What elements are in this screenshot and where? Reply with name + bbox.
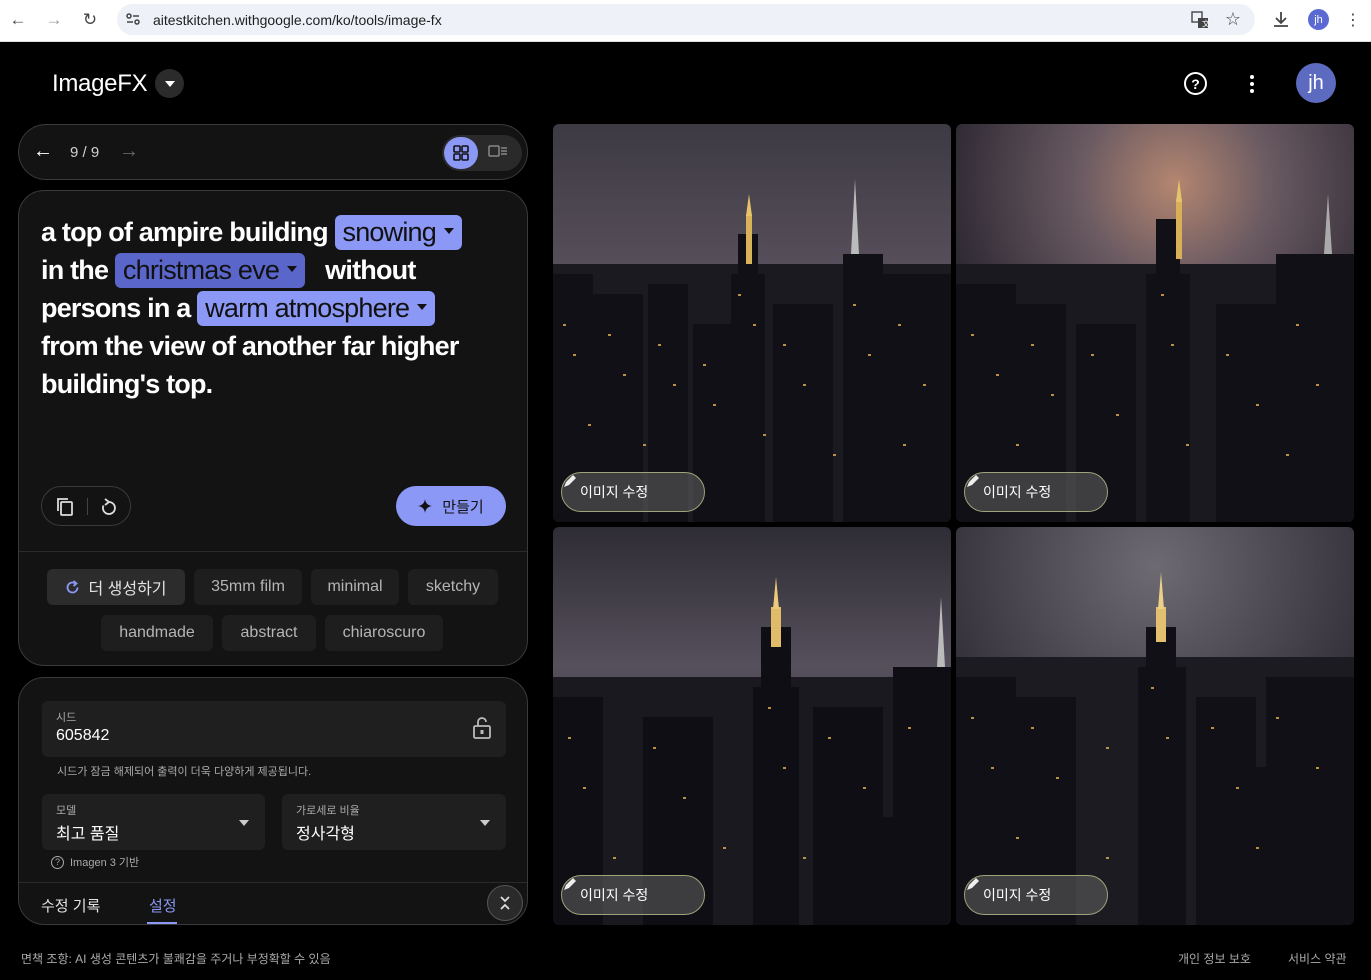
card-divider <box>19 551 527 552</box>
back-icon[interactable]: ← <box>7 9 29 31</box>
model-info: ? Imagen 3 기반 <box>51 854 139 870</box>
active-tab-indicator <box>147 922 177 924</box>
forward-icon[interactable]: → <box>43 9 65 31</box>
prompt-segment[interactable]: without <box>325 255 416 285</box>
edit-image-button[interactable]: 이미지 수정 <box>964 875 1108 915</box>
prompt-chip-warm-atmosphere[interactable]: warm atmosphere <box>197 291 436 326</box>
sparkle-icon <box>418 499 433 513</box>
edit-image-button[interactable]: 이미지 수정 <box>964 472 1108 512</box>
prompt-chip-christmas-eve[interactable]: christmas eve <box>114 253 306 288</box>
user-avatar[interactable]: jh <box>1296 63 1336 103</box>
reload-icon[interactable]: ↻ <box>79 9 101 31</box>
style-tag[interactable]: handmade <box>101 615 213 651</box>
generated-image[interactable]: 이미지 수정 <box>553 527 951 925</box>
next-arrow-icon[interactable]: → <box>119 140 139 163</box>
svg-text:文: 文 <box>1202 19 1209 29</box>
prompt-segment[interactable]: from the view of another far higher <box>41 331 459 361</box>
divider <box>87 498 88 515</box>
city-image <box>553 527 951 925</box>
translate-icon[interactable]: 文 <box>1191 11 1209 29</box>
pencil-icon <box>564 878 576 890</box>
address-bar[interactable]: aitestkitchen.withgoogle.com/ko/tools/im… <box>117 4 1255 35</box>
unlock-icon[interactable] <box>472 717 492 739</box>
pencil-icon <box>967 475 979 487</box>
more-options-icon[interactable] <box>1240 72 1264 96</box>
bookmark-star-icon[interactable]: ☆ <box>1225 9 1241 30</box>
prompt-segment[interactable]: building's top. <box>41 369 213 399</box>
chevron-down-icon <box>287 265 298 272</box>
prompt-segment[interactable]: a top of ampire building <box>41 217 329 247</box>
refresh-icon <box>67 579 79 593</box>
tab-settings[interactable]: 설정 <box>149 895 177 916</box>
prompt-chip-snowing[interactable]: snowing <box>334 215 462 250</box>
tabs-divider <box>19 882 527 883</box>
style-tag[interactable]: abstract <box>222 615 316 651</box>
single-view-icon[interactable] <box>488 143 508 161</box>
generated-image[interactable]: 이미지 수정 <box>956 124 1354 522</box>
view-toggle <box>442 135 522 171</box>
generated-image[interactable]: 이미지 수정 <box>956 527 1354 925</box>
model-select[interactable]: 모델 최고 품질 <box>42 794 265 850</box>
privacy-link[interactable]: 개인 정보 보호 <box>1178 950 1251 967</box>
help-icon[interactable]: ? <box>1184 72 1207 95</box>
seed-note: 시드가 잠금 해제되어 출력이 더욱 다양하게 제공됩니다. <box>57 766 312 778</box>
settings-card: 시드 605842 시드가 잠금 해제되어 출력이 더욱 다양하게 제공됩니다.… <box>18 677 528 925</box>
pencil-icon <box>967 878 979 890</box>
browser-toolbar: ← → ↻ aitestkitchen.withgoogle.com/ko/to… <box>0 0 1371 42</box>
download-icon[interactable] <box>1272 10 1290 28</box>
generated-image[interactable]: 이미지 수정 <box>553 124 951 522</box>
chevron-down-icon <box>443 227 454 234</box>
site-settings-icon[interactable] <box>125 11 141 27</box>
make-button[interactable]: 만들기 <box>396 486 506 526</box>
chevron-down-icon <box>239 820 249 826</box>
seed-field[interactable]: 시드 605842 <box>42 701 506 757</box>
prompt-card: a top of ampire building snowing in the … <box>18 190 528 666</box>
browser-menu-icon[interactable]: ⋮ <box>1345 10 1361 30</box>
edit-image-button[interactable]: 이미지 수정 <box>561 472 705 512</box>
edit-image-button[interactable]: 이미지 수정 <box>561 875 705 915</box>
copy-icon[interactable] <box>56 497 74 517</box>
app-switcher-chevron-down-icon[interactable] <box>155 69 184 98</box>
disclaimer-text: 면책 조항: AI 생성 콘텐츠가 불쾌감을 주거나 부정확할 수 있음 <box>21 952 331 966</box>
browser-profile-avatar[interactable]: jh <box>1308 9 1329 30</box>
style-tag[interactable]: minimal <box>311 569 399 605</box>
previous-arrow-icon[interactable]: ← <box>33 140 53 163</box>
reset-icon[interactable] <box>100 497 118 517</box>
chevron-down-icon <box>417 303 428 310</box>
prompt-tools <box>41 486 131 526</box>
city-image <box>553 124 951 522</box>
generate-more-button[interactable]: 더 생성하기 <box>47 569 185 605</box>
prompt-text[interactable]: a top of ampire building snowing in the … <box>41 213 511 403</box>
tab-edit-history[interactable]: 수정 기록 <box>41 895 100 916</box>
url-text[interactable]: aitestkitchen.withgoogle.com/ko/tools/im… <box>153 12 442 28</box>
history-pager: ← 9 / 9 → <box>18 124 528 180</box>
app-logo: ImageFX <box>52 70 148 97</box>
collapse-icon[interactable] <box>487 885 523 921</box>
style-tag[interactable]: sketchy <box>408 569 498 605</box>
help-icon[interactable]: ? <box>51 855 64 869</box>
grid-view-icon[interactable] <box>444 137 478 169</box>
prompt-segment[interactable]: persons in a <box>41 293 191 323</box>
aspect-ratio-select[interactable]: 가로세로 비율 정사각형 <box>282 794 506 850</box>
page-counter: 9 / 9 <box>70 144 100 161</box>
pencil-icon <box>564 475 576 487</box>
city-image <box>956 527 1354 925</box>
terms-link[interactable]: 서비스 약관 <box>1288 950 1347 967</box>
city-image <box>956 124 1354 522</box>
chevron-down-icon <box>480 820 490 826</box>
prompt-segment[interactable]: in the <box>41 255 109 285</box>
style-tag[interactable]: chiaroscuro <box>325 615 443 651</box>
style-tag[interactable]: 35mm film <box>194 569 302 605</box>
